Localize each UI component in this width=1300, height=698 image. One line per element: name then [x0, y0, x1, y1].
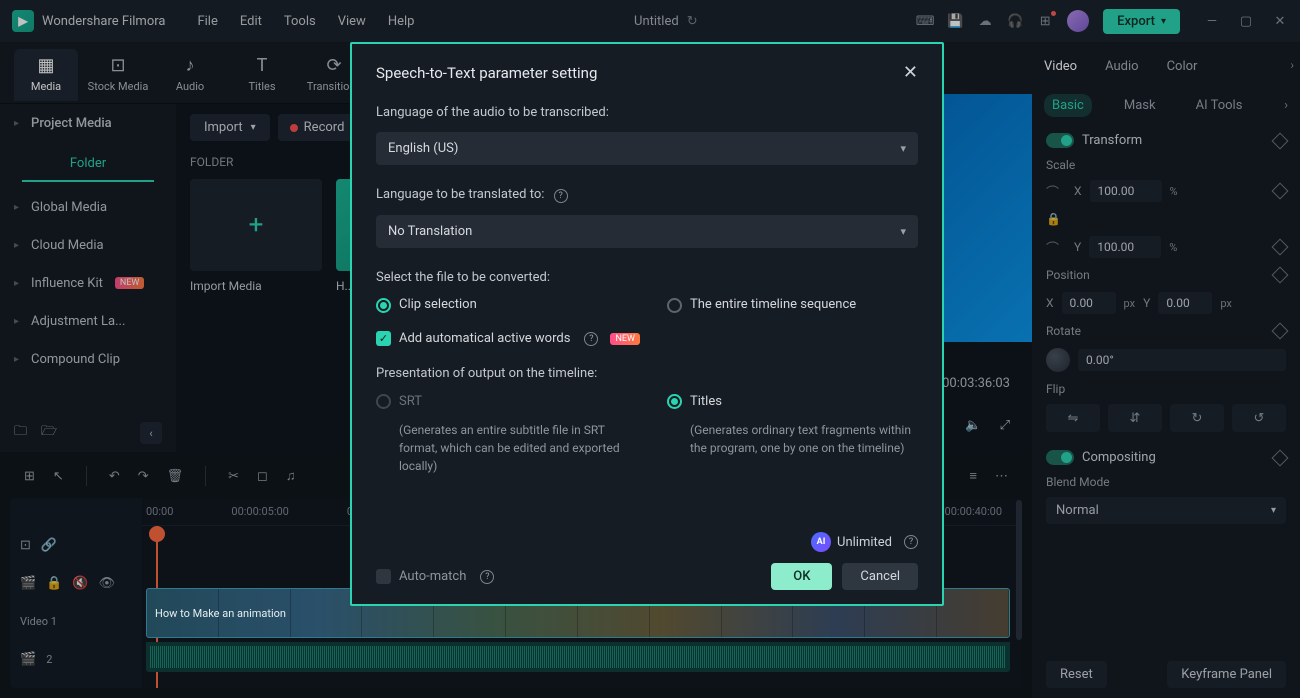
chevron-down-icon: ▾: [900, 142, 906, 155]
radio-clip-label: Clip selection: [399, 297, 477, 312]
help-icon[interactable]: ?: [584, 332, 598, 346]
ok-label: OK: [793, 569, 810, 584]
video-clip-title: How to Make an animation: [155, 607, 286, 620]
help-icon[interactable]: ?: [904, 535, 918, 549]
select-file-label: Select the file to be converted:: [376, 270, 918, 285]
speech-to-text-modal: Speech-to-Text parameter setting ✕ Langu…: [350, 42, 944, 606]
presentation-label: Presentation of output on the timeline:: [376, 366, 918, 381]
radio-icon: [667, 394, 682, 409]
checkbox-icon: ✓: [376, 331, 391, 346]
help-icon[interactable]: ?: [554, 189, 568, 203]
cancel-button[interactable]: Cancel: [842, 563, 918, 590]
language-label: Language of the audio to be transcribed:: [376, 105, 918, 120]
translate-value: No Translation: [388, 224, 472, 239]
auto-active-words-checkbox[interactable]: ✓ Add automatical active words ? NEW: [376, 331, 918, 346]
ai-badge-icon: AI: [811, 532, 831, 552]
translate-label: Language to be translated to: ?: [376, 187, 918, 203]
ok-button[interactable]: OK: [771, 563, 832, 590]
auto-words-label: Add automatical active words: [399, 331, 570, 346]
language-value: English (US): [388, 141, 458, 156]
radio-clip-selection[interactable]: Clip selection: [376, 297, 627, 313]
srt-description: (Generates an entire subtitle file in SR…: [399, 421, 627, 475]
cancel-label: Cancel: [860, 569, 900, 584]
titles-description: (Generates ordinary text fragments withi…: [690, 421, 918, 457]
unlimited-indicator: AI Unlimited ?: [811, 532, 918, 552]
radio-timeline-label: The entire timeline sequence: [690, 297, 856, 312]
language-select[interactable]: English (US) ▾: [376, 132, 918, 165]
radio-titles[interactable]: Titles (Generates ordinary text fragment…: [667, 393, 918, 457]
titles-title: Titles: [690, 394, 722, 409]
radio-icon: [376, 394, 391, 409]
modal-close-button[interactable]: ✕: [903, 62, 918, 83]
modal-title: Speech-to-Text parameter setting: [376, 64, 597, 82]
auto-match-label: Auto-match: [399, 569, 466, 584]
radio-icon: [667, 298, 682, 313]
radio-timeline-sequence[interactable]: The entire timeline sequence: [667, 297, 918, 313]
unlimited-label: Unlimited: [837, 535, 892, 550]
new-badge: NEW: [610, 333, 640, 345]
translate-label-text: Language to be translated to:: [376, 187, 544, 202]
checkbox-icon: ✓: [376, 569, 391, 584]
auto-match-checkbox[interactable]: ✓ Auto-match ?: [376, 569, 494, 584]
help-icon[interactable]: ?: [480, 570, 494, 584]
radio-icon: [376, 298, 391, 313]
srt-title: SRT: [399, 394, 422, 409]
radio-srt[interactable]: SRT (Generates an entire subtitle file i…: [376, 393, 627, 475]
translate-select[interactable]: No Translation ▾: [376, 215, 918, 248]
chevron-down-icon: ▾: [900, 225, 906, 238]
